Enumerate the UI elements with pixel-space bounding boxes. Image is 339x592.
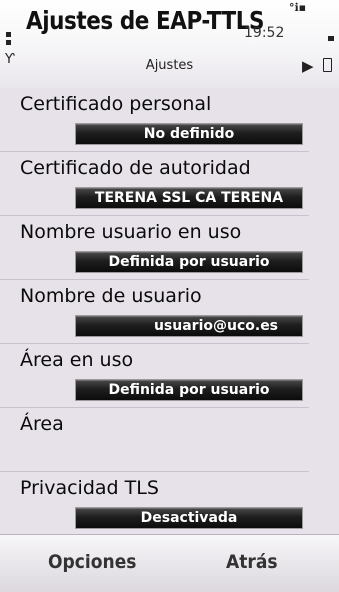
- setting-row-nombre-usuario-en-uso[interactable]: Nombre usuario en uso Definida por usuar…: [0, 216, 309, 280]
- setting-label: Certificado de autoridad: [20, 157, 251, 179]
- status-dot-icon: [328, 36, 334, 41]
- 3g-network-icon: °ℹ▪: [289, 1, 307, 14]
- setting-label: Nombre de usuario: [20, 285, 202, 307]
- setting-row-nombre-usuario[interactable]: Nombre de usuario usuario@uco.es: [0, 280, 309, 344]
- status-dot-icon: [6, 40, 11, 45]
- setting-label: Área en uso: [20, 349, 134, 371]
- battery-icon: [323, 58, 332, 72]
- setting-row-certificado-autoridad[interactable]: Certificado de autoridad TERENA SSL CA T…: [0, 152, 309, 216]
- setting-label: Nombre usuario en uso: [20, 221, 242, 243]
- setting-row-privacidad-tls[interactable]: Privacidad TLS Desactivada: [0, 472, 309, 536]
- status-dot-icon: [6, 32, 11, 37]
- setting-row-area-en-uso[interactable]: Área en uso Definida por usuario: [0, 344, 309, 408]
- antenna-icon: Ƴ: [5, 52, 15, 67]
- play-arrow-icon[interactable]: ▶: [302, 57, 314, 75]
- setting-row-certificado-personal[interactable]: Certificado personal No definido: [0, 88, 309, 152]
- options-softkey[interactable]: Opciones: [48, 551, 136, 573]
- back-softkey[interactable]: Atrás: [226, 551, 278, 573]
- setting-value-field[interactable]: No definido: [75, 123, 303, 145]
- setting-value-field[interactable]: Definida por usuario: [75, 379, 303, 401]
- breadcrumb: Ajustes: [145, 58, 194, 73]
- setting-value-field[interactable]: TERENA SSL CA TERENA: [75, 187, 303, 209]
- setting-row-area[interactable]: Área: [0, 408, 309, 472]
- phone-screen: Ajustes de EAP-TTLS 19:52 Ajustes Ƴ °ℹ▪ …: [0, 0, 339, 592]
- setting-label: Certificado personal: [20, 93, 212, 115]
- clock: 19:52: [244, 25, 285, 41]
- softkey-bar: Opciones Atrás: [0, 534, 339, 592]
- setting-value-field[interactable]: Desactivada: [75, 507, 303, 529]
- setting-label: Privacidad TLS: [20, 477, 159, 499]
- setting-value-field[interactable]: usuario@uco.es: [75, 315, 303, 337]
- title-bar: Ajustes de EAP-TTLS 19:52 Ajustes Ƴ °ℹ▪ …: [0, 0, 339, 88]
- setting-value-field[interactable]: Definida por usuario: [75, 251, 303, 273]
- setting-label: Área: [20, 413, 64, 435]
- settings-list: Certificado personal No definido Certifi…: [0, 88, 339, 536]
- page-title: Ajustes de EAP-TTLS: [26, 6, 265, 35]
